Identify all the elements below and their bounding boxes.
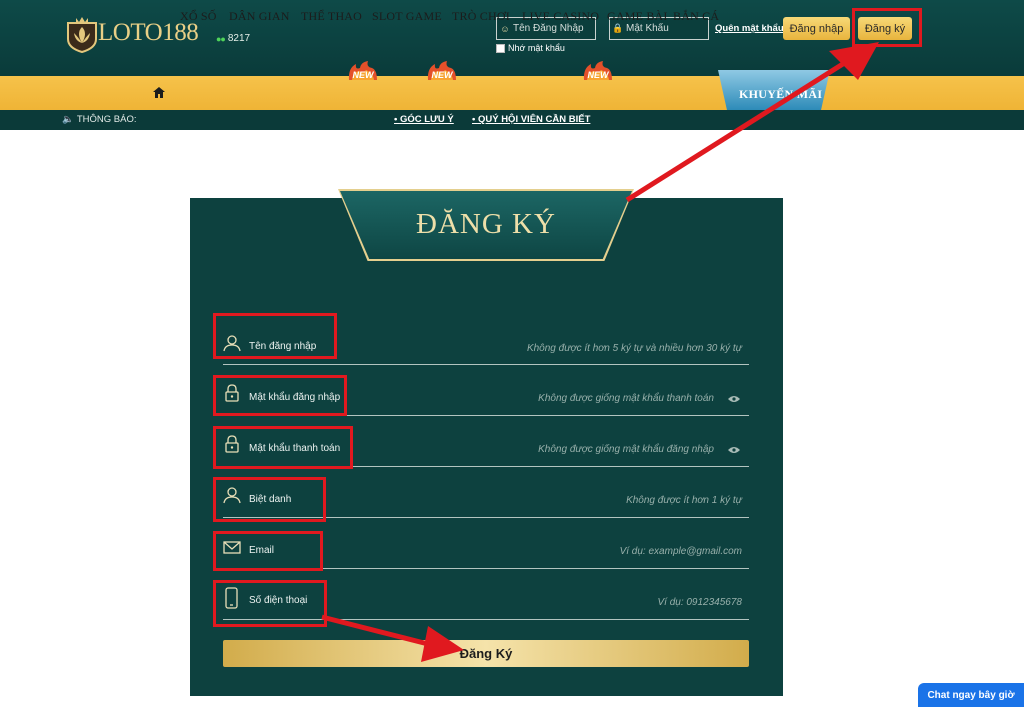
notice-link-text[interactable]: GÓC LƯU Ý — [400, 114, 454, 125]
online-count: ●● 8217 — [216, 33, 250, 44]
notice-label-text: THÔNG BÁO: — [76, 114, 137, 125]
highlight-box-phone — [213, 580, 327, 627]
speaker-icon: 🔈 — [62, 114, 74, 125]
new-badge-icon: NEW — [348, 61, 377, 80]
form-title: ĐĂNG KÝ — [416, 208, 556, 240]
remember-checkbox[interactable] — [496, 43, 505, 53]
notice-label: 🔈 THÔNG BÁO: — [62, 114, 137, 125]
forgot-password-link[interactable]: Quên mật khẩu — [715, 23, 784, 34]
new-badge-icon: NEW — [583, 61, 612, 80]
new-badge-text: NEW — [588, 70, 611, 80]
highlight-box-username — [213, 313, 337, 359]
remember-label: Nhớ mật khẩu — [508, 43, 565, 53]
online-users-icon: ●● — [216, 33, 226, 44]
nav-item-the-thao[interactable]: THỂ THAO — [301, 9, 362, 24]
field-hint-login-password[interactable]: Không được giống mật khẩu thanh toán — [538, 393, 714, 404]
field-hint-nickname[interactable]: Không được ít hơn 1 ký tự — [626, 495, 742, 506]
nav-item-game-bai[interactable]: GAME BÀI — [607, 9, 668, 24]
nav-item-khuyen-mai[interactable]: KHUYẾN MÃI — [739, 87, 822, 102]
new-badge-icon: NEW — [427, 61, 456, 80]
notice-link-text[interactable]: QUÝ HỘI VIÊN CẦN BIẾT — [478, 114, 590, 125]
highlight-box-login-password — [213, 375, 347, 416]
new-badge-text: NEW — [353, 70, 376, 80]
new-badge-text: NEW — [432, 70, 455, 80]
nav-item-xo-so[interactable]: XỔ SỐ — [180, 9, 217, 24]
eye-icon[interactable] — [728, 446, 740, 454]
field-hint-phone[interactable]: Ví dụ: 0912345678 — [657, 597, 742, 608]
nav-item-ban-ca[interactable]: BẮN CÁ — [673, 9, 719, 24]
logo-emblem-icon[interactable] — [64, 15, 100, 53]
notice-link-goc-luu-y[interactable]: • GÓC LƯU Ý — [394, 114, 454, 125]
home-icon[interactable] — [153, 87, 165, 98]
username-input[interactable] — [513, 23, 589, 34]
field-hint-payment-password[interactable]: Không được giống mật khẩu đăng nhập — [538, 444, 714, 455]
nav-item-live-casino[interactable]: LIVE CASINO — [522, 9, 599, 24]
notice-link-quy-hoi-vien[interactable]: • QUÝ HỘI VIÊN CẦN BIẾT — [472, 114, 590, 125]
nav-item-slot-game[interactable]: SLOT GAME — [372, 9, 442, 24]
online-count-value: 8217 — [227, 33, 251, 44]
highlight-box-nickname — [213, 477, 326, 522]
submit-register-button[interactable]: Đăng Ký — [223, 640, 749, 667]
highlight-box-register — [852, 8, 922, 47]
highlight-box-payment-password — [213, 426, 353, 469]
password-input[interactable] — [626, 23, 702, 34]
nav-item-tro-choi[interactable]: TRÒ CHƠI — [452, 9, 510, 24]
lock-icon: 🔒 — [612, 23, 624, 33]
user-icon: ☺ — [500, 23, 510, 34]
login-button[interactable]: Đăng nhập — [783, 17, 850, 40]
highlight-box-email — [213, 531, 323, 571]
field-hint-username[interactable]: Không được ít hơn 5 ký tự và nhiều hơn 3… — [527, 343, 742, 354]
nav-item-dan-gian[interactable]: DÂN GIAN — [229, 9, 290, 24]
field-hint-email[interactable]: Ví dụ: example@gmail.com — [620, 546, 742, 557]
eye-icon[interactable] — [728, 395, 740, 403]
field-underline — [223, 364, 749, 365]
chat-now-button[interactable]: Chat ngay bây giờ — [918, 683, 1024, 707]
remember-me[interactable]: Nhớ mật khẩu — [496, 43, 565, 53]
